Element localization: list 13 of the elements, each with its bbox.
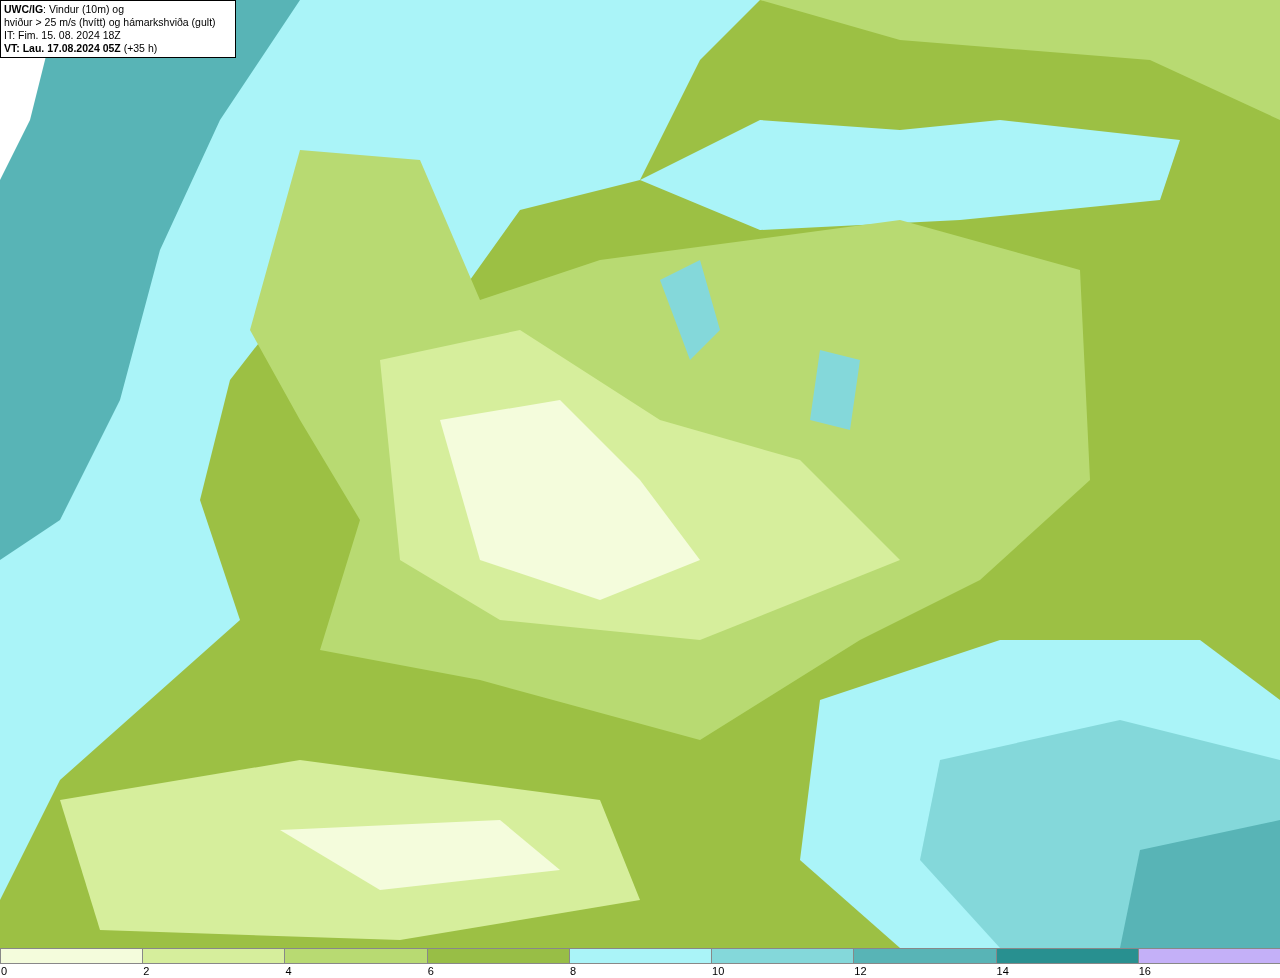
legend-text: IT: Fim. 15. 08. 2024 18Z xyxy=(4,29,122,42)
scale-label: 6 xyxy=(427,965,434,977)
scale-label: 8 xyxy=(569,965,576,977)
scale-label: 16 xyxy=(1138,965,1151,977)
legend-text: hviður > 25 m/s (hvítt) og hámarkshviða (gult) xyxy=(4,16,217,29)
scale-label: 12 xyxy=(854,965,867,977)
scale-label: 4 xyxy=(285,965,292,977)
scale-label: 14 xyxy=(996,965,1009,977)
scale-label: 0 xyxy=(1,965,8,977)
legend-text: UWC/IG: Vindur (10m) og xyxy=(4,3,125,16)
legend-text: VT: Lau. 17.08.2024 05Z (+35 h) xyxy=(4,42,159,55)
scale-label: 10 xyxy=(712,965,725,977)
scale-label: 2 xyxy=(143,965,150,977)
